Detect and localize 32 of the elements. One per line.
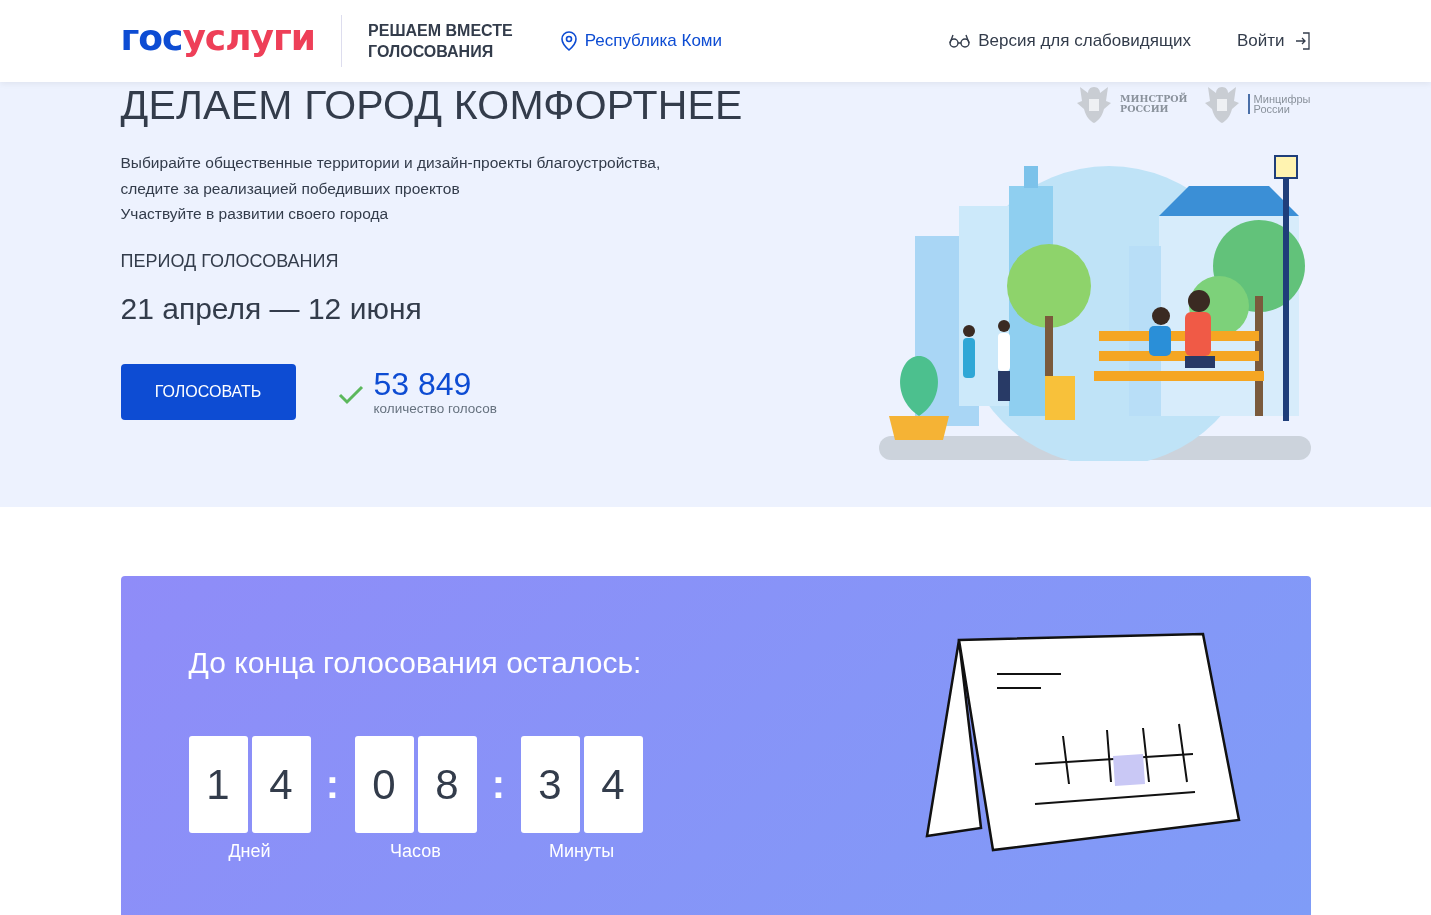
gosuslugi-logo[interactable]: госуслуги (120, 20, 316, 62)
description-line: Участвуйте в развитии своего города (120, 204, 390, 224)
countdown-digit: 3 (520, 736, 580, 833)
description-line: Выбирайте общественные территории и дизайн-проекты благоустройства, (120, 153, 662, 173)
glasses-icon (949, 34, 971, 48)
votes-count: 53 849 (373, 367, 473, 401)
countdown-separator: : (490, 761, 507, 808)
countdown-separator: : (324, 761, 341, 808)
countdown-digit: 4 (583, 736, 643, 833)
countdown-unit-label: Часов (390, 841, 441, 862)
login-link[interactable]: Войти (1236, 31, 1311, 51)
countdown-digit: 1 (188, 736, 248, 833)
location-pin-icon (560, 31, 577, 51)
ministry-name: Минцифры России (1247, 94, 1311, 114)
checkmark-icon (337, 384, 364, 405)
countdown-unit-label: Дней (228, 841, 271, 862)
countdown-unit-label: Минуты (548, 841, 615, 862)
period-label: ПЕРИОД ГОЛОСОВАНИЯ (120, 250, 340, 272)
countdown-digit: 8 (417, 736, 477, 833)
voting-period: 21 апреля — 12 июня (120, 291, 423, 326)
project-title: РЕШАЕМ ВМЕСТЕ ГОЛОСОВАНИЯ (368, 21, 513, 62)
ministry-name: МИНСТРОЙ РОССИИ (1120, 94, 1188, 114)
countdown-title: До конца голосования осталось: (188, 646, 643, 680)
hero-title: ДЕЛАЕМ ГОРОД КОМФОРТНЕЕ (120, 82, 743, 128)
votes-label: количество голосов (373, 401, 497, 416)
countdown-digit: 4 (251, 736, 311, 833)
region-link[interactable]: Республика Коми (560, 31, 723, 51)
login-arrow-icon (1294, 32, 1311, 50)
vote-button[interactable]: ГОЛОСОВАТЬ (120, 363, 296, 420)
accessibility-link[interactable]: Версия для слабовидящих (949, 31, 1191, 51)
countdown-digit: 0 (354, 736, 414, 833)
description-line: следите за реализацией победивших проектов (120, 178, 461, 199)
